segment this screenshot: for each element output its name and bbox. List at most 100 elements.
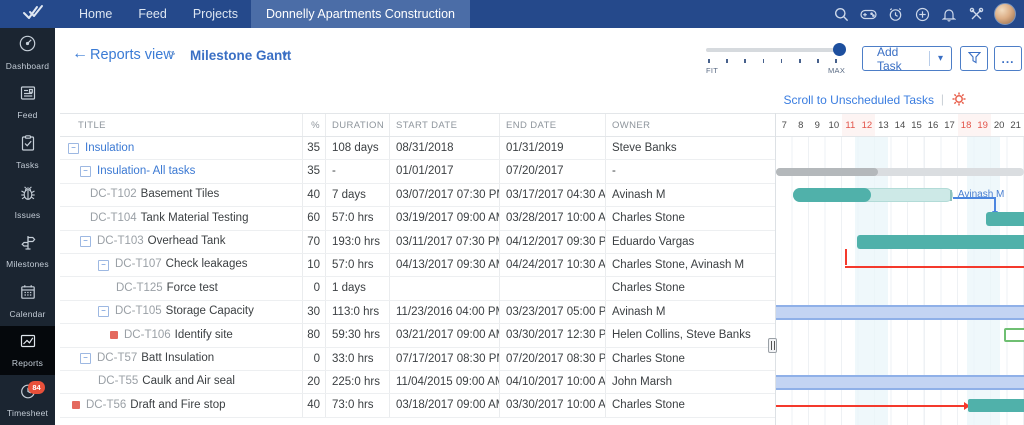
outline-task-bar[interactable] <box>1004 328 1024 342</box>
task-name[interactable]: Batt Insulation <box>141 348 214 370</box>
add-task-caret-icon[interactable]: ▾ <box>930 53 951 64</box>
breadcrumb-separator: > <box>168 46 176 61</box>
overdue-dependency-line <box>776 405 964 407</box>
task-duration: 1 days <box>326 277 390 299</box>
tasks-icon <box>19 134 37 157</box>
add-task-button[interactable]: Add Task ▾ <box>862 46 952 71</box>
collapse-toggle[interactable]: − <box>98 306 109 317</box>
chart-icon <box>19 332 37 355</box>
summary-bar-progress[interactable] <box>776 168 878 176</box>
sidebar-item-calendar[interactable]: Calendar <box>0 276 55 326</box>
view-selector[interactable]: Milestone Gantt <box>190 48 291 63</box>
scroll-to-unscheduled-link[interactable]: Scroll to Unscheduled Tasks <box>783 93 934 107</box>
bell-icon[interactable] <box>940 5 958 23</box>
gamepad-icon[interactable] <box>859 5 877 23</box>
collapse-toggle[interactable]: − <box>80 353 91 364</box>
app-logo-icon[interactable] <box>22 3 48 26</box>
sidebar-item-issues[interactable]: Issues <box>0 177 55 227</box>
task-name[interactable]: Basement Tiles <box>141 184 220 206</box>
overdue-dependency-line <box>845 249 847 265</box>
filter-button[interactable] <box>960 46 988 71</box>
table-row[interactable]: −Insulation35108 days08/31/201801/31/201… <box>60 137 775 160</box>
collapse-toggle[interactable]: − <box>80 236 91 247</box>
sidebar-item-dashboard[interactable]: Dashboard <box>0 28 55 78</box>
task-name[interactable]: Caulk and Air seal <box>142 371 235 393</box>
slider-track[interactable] <box>706 48 846 52</box>
col-header-owner: OWNER <box>606 114 775 136</box>
task-name[interactable]: Overhead Tank <box>148 231 226 253</box>
sidebar-item-tasks[interactable]: Tasks <box>0 127 55 177</box>
table-row[interactable]: −Insulation- All tasks35-01/01/201707/20… <box>60 160 775 183</box>
alarm-clock-icon[interactable] <box>886 5 904 23</box>
collapse-toggle[interactable]: − <box>80 166 91 177</box>
pane-resize-handle[interactable] <box>768 338 777 353</box>
table-row[interactable]: −DC-T107Check leakages1057:0 hrs04/13/20… <box>60 254 775 277</box>
slider-tick <box>817 59 819 63</box>
collapse-toggle[interactable]: − <box>68 143 79 154</box>
task-bar[interactable] <box>857 235 1024 249</box>
task-name[interactable]: Insulation <box>85 137 134 159</box>
add-task-label: Add Task <box>863 45 929 73</box>
sidebar-item-milestones[interactable]: Milestones <box>0 226 55 276</box>
table-row[interactable]: DC-T56Draft and Fire stop4073:0 hrs03/18… <box>60 394 775 417</box>
task-name[interactable]: Identify site <box>175 324 233 346</box>
breadcrumb-reports-view[interactable]: Reports view <box>90 47 174 63</box>
col-header-percent: % <box>303 114 326 136</box>
sidebar-item-timesheet[interactable]: Timesheet84 <box>0 375 55 425</box>
sidebar-item-feed[interactable]: Feed <box>0 78 55 128</box>
back-arrow-icon[interactable]: ← <box>72 45 88 63</box>
search-icon[interactable] <box>832 5 850 23</box>
task-name[interactable]: Tank Material Testing <box>141 207 249 229</box>
table-row[interactable]: −DC-T105Storage Capacity30113:0 hrs11/23… <box>60 301 775 324</box>
task-name[interactable]: Check leakages <box>166 254 248 276</box>
task-name[interactable]: Insulation- All tasks <box>97 160 195 182</box>
task-title-cell: DC-T104Tank Material Testing <box>60 207 303 229</box>
task-name[interactable]: Draft and Fire stop <box>130 394 225 416</box>
task-owner: Avinash M <box>606 301 775 323</box>
col-header-end-date: END DATE <box>500 114 606 136</box>
task-owner: Avinash M <box>606 184 775 206</box>
nav-home[interactable]: Home <box>66 0 125 28</box>
task-percent: 80 <box>303 324 326 346</box>
sidebar-item-reports[interactable]: Reports <box>0 326 55 376</box>
table-row[interactable]: DC-T125Force test01 daysCharles Stone <box>60 277 775 300</box>
task-bar[interactable] <box>986 212 1024 226</box>
task-bar[interactable] <box>968 399 1024 412</box>
chevron-down-icon[interactable]: ▾ <box>282 48 288 61</box>
table-row[interactable]: −DC-T103Overhead Tank70193:0 hrs03/11/20… <box>60 231 775 254</box>
milestone-bar[interactable] <box>776 305 1024 320</box>
table-row[interactable]: DC-T55Caulk and Air seal20225:0 hrs11/04… <box>60 371 775 394</box>
tools-icon[interactable] <box>967 5 985 23</box>
slider-max-label: MAX <box>828 66 845 75</box>
user-avatar[interactable] <box>994 3 1016 25</box>
plus-circle-icon[interactable] <box>913 5 931 23</box>
task-percent: 60 <box>303 207 326 229</box>
gantt-settings-gear-icon[interactable] <box>952 92 966 111</box>
table-row[interactable]: −DC-T57Batt Insulation033:0 hrs07/17/201… <box>60 348 775 371</box>
table-row[interactable]: DC-T104Tank Material Testing6057:0 hrs03… <box>60 207 775 230</box>
more-options-button[interactable]: ... <box>994 46 1022 71</box>
gantt-day-label: 11 <box>842 114 859 137</box>
nav-feed[interactable]: Feed <box>125 0 180 28</box>
slider-handle[interactable] <box>833 43 846 56</box>
gantt-day-label: 10 <box>826 114 843 137</box>
bug-icon <box>19 184 37 207</box>
task-percent: 40 <box>303 394 326 416</box>
gantt-day-label: 21 <box>1007 114 1024 137</box>
table-row[interactable]: DC-T106Identify site8059:30 hrs03/21/201… <box>60 324 775 347</box>
task-bar-progress[interactable] <box>793 188 871 202</box>
task-id: DC-T55 <box>98 371 138 393</box>
task-start-date: 07/17/2017 08:30 PM <box>390 348 500 370</box>
task-end-date: 07/20/2017 <box>500 160 606 182</box>
nav-active-project-tab[interactable]: Donnelly Apartments Construction <box>251 0 470 28</box>
task-id: DC-T105 <box>115 301 162 323</box>
sidebar-item-label: Feed <box>17 110 37 120</box>
gantt-day-label: 12 <box>859 114 876 137</box>
task-name[interactable]: Force test <box>167 277 218 299</box>
task-name[interactable]: Storage Capacity <box>166 301 254 323</box>
table-row[interactable]: DC-T102Basement Tiles407 days03/07/2017 … <box>60 184 775 207</box>
collapse-toggle[interactable]: − <box>98 260 109 271</box>
milestone-bar[interactable] <box>776 375 1024 390</box>
slider-tick <box>799 59 801 63</box>
nav-projects[interactable]: Projects <box>180 0 251 28</box>
